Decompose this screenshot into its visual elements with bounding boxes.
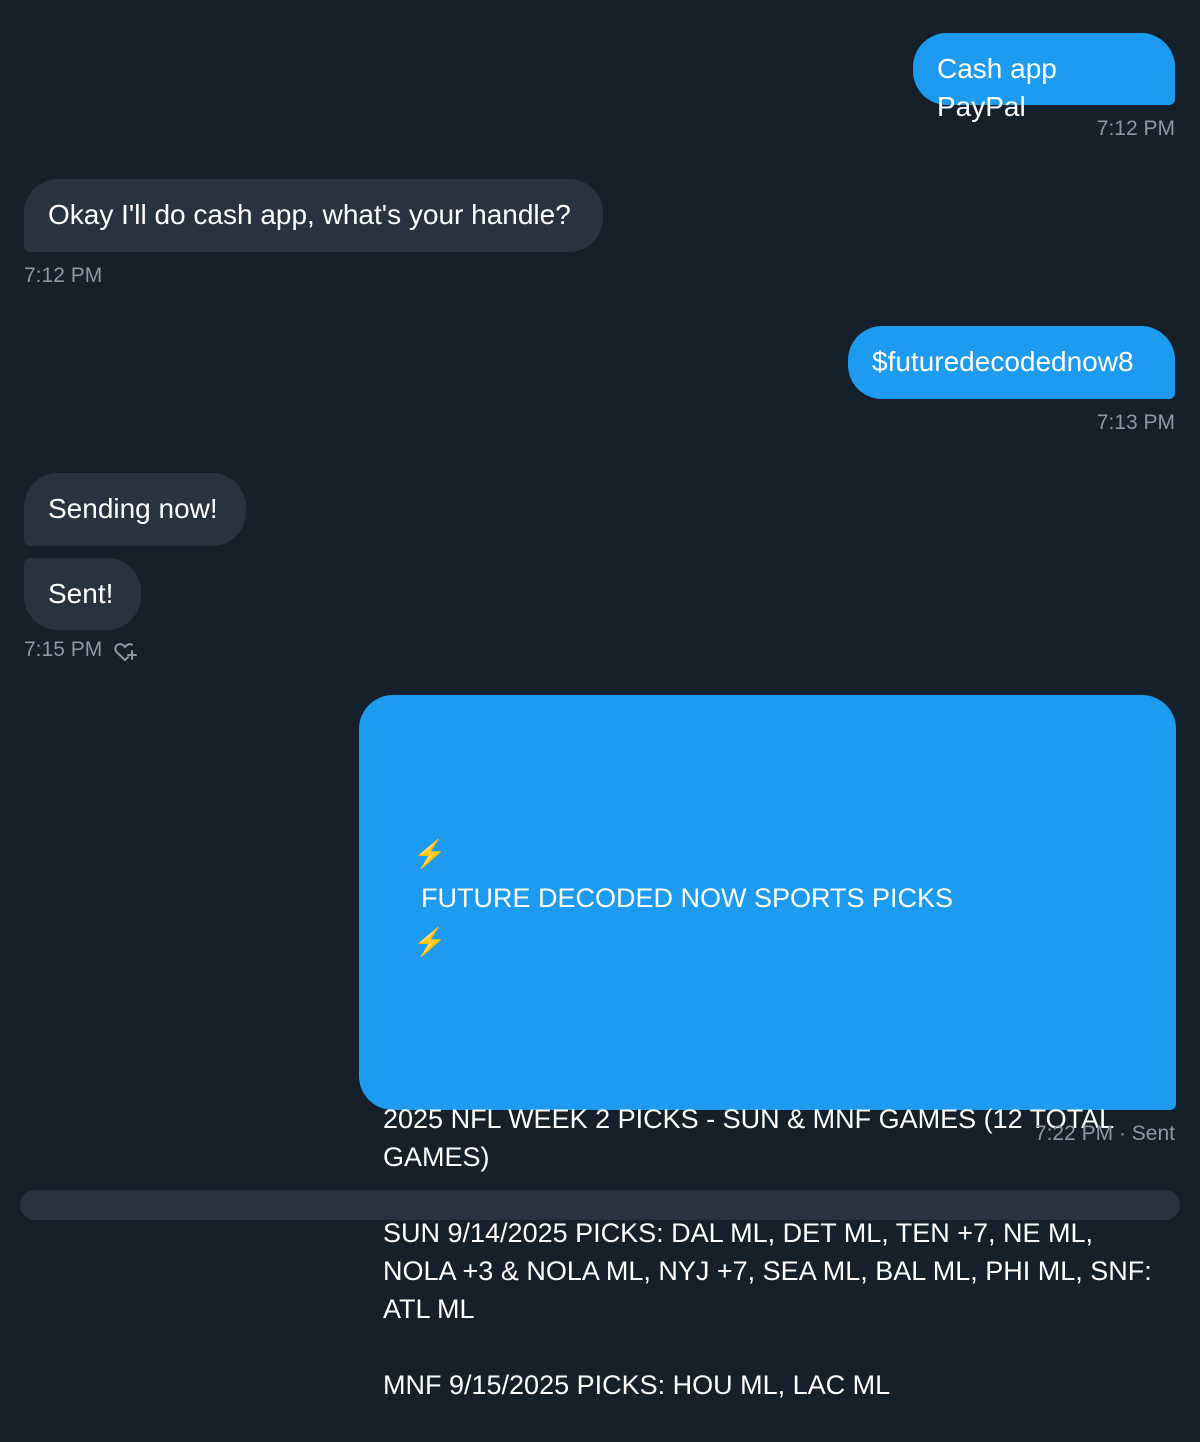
message-composer[interactable] — [20, 1190, 1180, 1220]
lightning-icon: ⚡ — [413, 839, 447, 869]
message-bubble-outgoing[interactable]: Cash app PayPal — [913, 33, 1175, 122]
message-timestamp: 7:22 PM · Sent — [1034, 1122, 1175, 1145]
message-timestamp: 7:12 PM — [1096, 117, 1175, 140]
message-timestamp: 7:13 PM — [1096, 411, 1175, 434]
message-bubble-incoming[interactable]: Sent! — [24, 558, 141, 630]
message-bubble-outgoing[interactable]: $futuredecodednow8 — [848, 326, 1175, 399]
message-bubble-outgoing-picks[interactable]: ⚡ FUTURE DECODED NOW SPORTS PICKS ⚡ 2025… — [359, 695, 1176, 1400]
message-timestamp: 7:15 PM — [24, 638, 103, 661]
heart-plus-icon[interactable] — [112, 639, 138, 665]
picks-header: ⚡ FUTURE DECODED NOW SPORTS PICKS ⚡ — [383, 788, 1152, 1008]
message-bubble-incoming[interactable]: Okay I'll do cash app, what's your handl… — [24, 179, 603, 252]
picks-header-text: FUTURE DECODED NOW SPORTS PICKS — [421, 883, 954, 913]
message-timestamp: 7:12 PM — [24, 264, 103, 287]
lightning-icon: ⚡ — [413, 927, 447, 957]
message-bubble-incoming[interactable]: Sending now! — [24, 473, 246, 546]
